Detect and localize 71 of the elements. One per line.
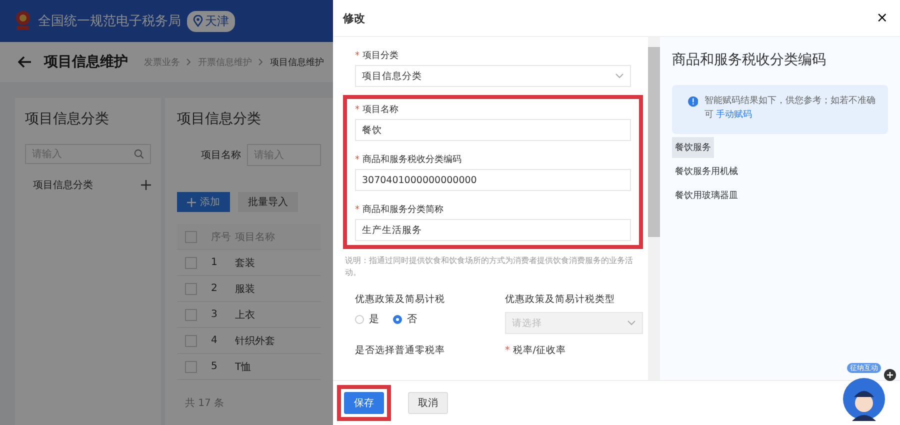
required-mark: * (355, 105, 360, 115)
checkbox[interactable] (185, 256, 197, 268)
panel-title: 项目信息分类 (25, 110, 110, 128)
input-field[interactable]: 生产生活服务 (355, 219, 631, 241)
notice-text: 智能赋码结果如下，供您参考；如若不准确可 手动赋码 (704, 95, 876, 122)
table-cell-text: 2 (211, 283, 218, 294)
table-cell-text: 4 (211, 335, 218, 346)
assistant-avatar[interactable] (842, 377, 886, 421)
panel-title: 商品和服务税收分类编码 (672, 51, 827, 69)
add-button[interactable]: 添加 (177, 192, 230, 212)
input-field[interactable]: 餐饮 (355, 119, 631, 141)
radio-option[interactable]: 是 (355, 312, 379, 326)
table-cell-text: T恤 (235, 360, 252, 374)
table-cell-text: 3 (211, 309, 218, 320)
table-cell-text: 5 (211, 361, 218, 372)
table-cell-text: 套装 (235, 256, 255, 270)
input-field[interactable]: 3070401000000000000 (355, 169, 631, 191)
checkbox[interactable] (185, 282, 197, 294)
checkbox[interactable] (185, 360, 197, 372)
select-field[interactable]: 项目信息分类 (355, 65, 631, 87)
field-label: 税率/征收率 (512, 345, 566, 356)
description-text: 说明：指通过同时提供饮食和饮食场所的方式为消费者提供饮食消费服务的业务活动。 (345, 255, 634, 279)
checkbox[interactable] (185, 308, 197, 320)
field-label: 项目名称 (362, 105, 398, 115)
required-mark: * (505, 345, 510, 356)
total-count: 共 17 条 (184, 396, 226, 410)
required-mark: * (355, 51, 360, 61)
plus-icon (187, 198, 196, 206)
field-label: 项目分类 (362, 51, 398, 61)
required-mark: * (355, 155, 360, 165)
region-selector[interactable]: 天津 (187, 10, 235, 32)
close-icon[interactable] (884, 369, 896, 381)
save-button[interactable]: 保存 (344, 392, 384, 414)
add-icon[interactable] (141, 180, 151, 190)
field-label: 优惠政策及简易计税类型 (505, 293, 616, 306)
breadcrumb-link[interactable]: 项目信息维护 (270, 56, 324, 68)
info-icon (688, 95, 698, 108)
chevron-down-icon (627, 320, 636, 326)
portal-title: 全国统一规范电子税务局 (38, 13, 181, 30)
table-cell-text: 上衣 (235, 308, 255, 322)
cancel-button[interactable]: 取消 (408, 392, 448, 414)
search-icon (134, 149, 144, 159)
suggestion-item[interactable]: 餐饮服务用机械 (672, 161, 741, 182)
table-cell-text: 服装 (235, 282, 255, 296)
emblem-icon (14, 10, 32, 32)
import-button[interactable]: 批量导入 (238, 192, 298, 212)
location-pin-icon (193, 15, 203, 27)
checkbox[interactable] (185, 334, 197, 346)
page-title: 项目信息维护 (44, 53, 128, 71)
suggestion-item[interactable]: 餐饮用玻璃器皿 (672, 185, 741, 206)
radio-option[interactable]: 否 (393, 312, 417, 326)
close-button[interactable]: × (876, 10, 888, 26)
chevron-icon (186, 58, 192, 66)
suggestion-item[interactable]: 餐饮服务 (672, 137, 714, 158)
chevron-icon (258, 58, 264, 66)
field-label: 是否选择普通零税率 (355, 345, 445, 356)
table-cell-text: 1 (211, 257, 218, 268)
required-mark: * (355, 205, 360, 215)
panel-title: 项目信息分类 (177, 110, 262, 128)
tree-item[interactable]: 项目信息分类 (33, 178, 93, 192)
manual-code-link[interactable]: 手动赋码 (716, 110, 752, 120)
scrollbar[interactable] (648, 37, 660, 380)
field-label: 优惠政策及简易计税 (355, 293, 446, 306)
back-arrow-icon[interactable] (18, 56, 32, 68)
filter-label: 项目名称 (201, 149, 241, 162)
drawer-title: 修改 (343, 10, 365, 26)
checkbox[interactable] (185, 230, 197, 242)
field-label: 商品和服务分类简称 (362, 205, 444, 215)
table-cell-text: 针织外套 (235, 334, 275, 348)
chevron-down-icon (615, 73, 624, 79)
field-label: 商品和服务税收分类编码 (362, 155, 462, 165)
